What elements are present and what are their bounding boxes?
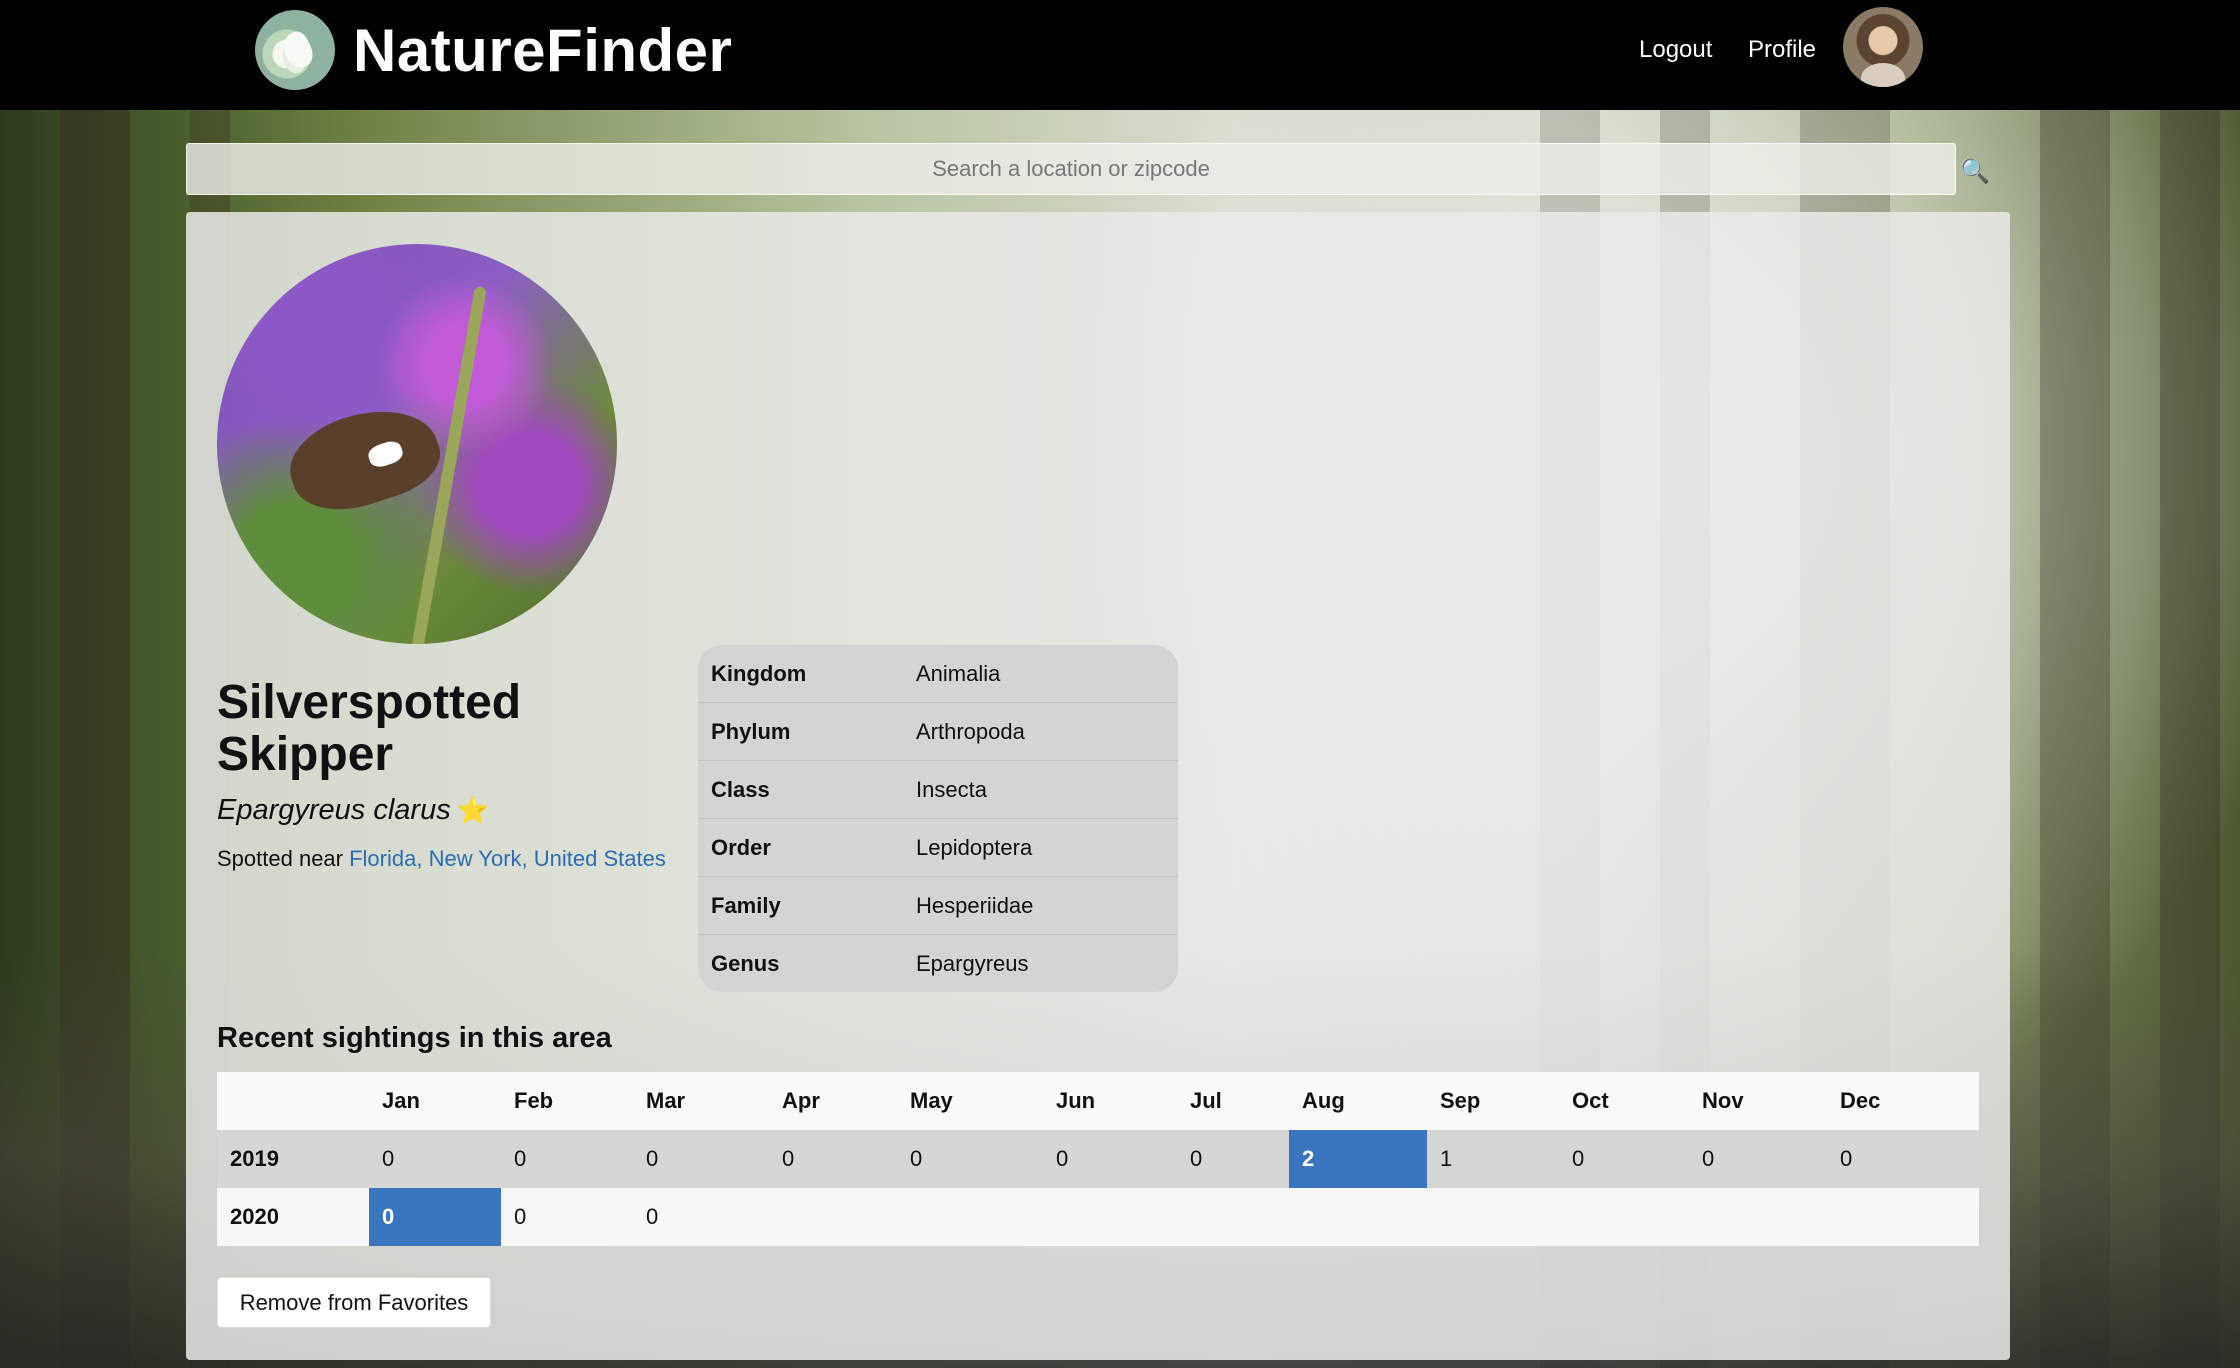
month-header: May (910, 1088, 953, 1113)
species-photo (217, 244, 617, 644)
sightings-table: Jan Feb Mar Apr May Jun Jul Aug Sep Oct … (217, 1072, 1979, 1246)
count-cell: 0 (514, 1204, 527, 1229)
avatar[interactable] (1843, 7, 1923, 87)
scientific-name-text: Epargyreus clarus (217, 794, 451, 826)
search-icon[interactable]: 🔍 (1960, 157, 1990, 185)
table-row: 2019 0 0 0 0 0 0 0 2 1 0 0 0 (217, 1130, 1979, 1188)
brand[interactable]: NatureFinder (255, 10, 732, 90)
location-link[interactable]: Florida, New York, United States (349, 846, 666, 871)
count-cell (1559, 1188, 1689, 1246)
spotted-prefix: Spotted near (217, 846, 343, 871)
month-header: Oct (1572, 1088, 1609, 1113)
search-bar (186, 143, 1956, 195)
taxonomy-row: Class Insecta (698, 761, 1178, 819)
count-cell (1689, 1188, 1827, 1246)
count-cell: 0 (646, 1146, 659, 1171)
count-cell: 0 (1190, 1146, 1203, 1171)
remove-from-favorites-button[interactable]: Remove from Favorites (217, 1277, 491, 1328)
month-header: Nov (1702, 1088, 1744, 1113)
count-cell: 1 (1440, 1146, 1453, 1171)
logout-link[interactable]: Logout (1639, 36, 1712, 64)
taxonomy-row: Genus Epargyreus (698, 935, 1178, 992)
month-header: Jun (1056, 1088, 1096, 1113)
search-input[interactable] (186, 143, 1956, 195)
month-header: Feb (514, 1088, 554, 1113)
count-cell (769, 1188, 897, 1246)
month-header: Apr (782, 1088, 820, 1113)
month-header: Mar (646, 1088, 686, 1113)
count-cell (897, 1188, 1043, 1246)
butterfly-logo-icon (255, 10, 335, 90)
taxonomy-row: Kingdom Animalia (698, 645, 1178, 703)
taxonomy-value: Insecta (916, 776, 987, 802)
year-cell: 2019 (230, 1146, 279, 1171)
taxonomy-key: Family (711, 892, 781, 918)
table-row: 2020 0 0 0 (217, 1188, 1979, 1246)
month-header: Sep (1440, 1088, 1481, 1113)
count-cell: 0 (1572, 1146, 1585, 1171)
spotted-near: Spotted near Florida, New York, United S… (217, 846, 666, 872)
count-cell: 0 (910, 1146, 923, 1171)
taxonomy-value: Epargyreus (916, 951, 1029, 976)
taxonomy-table: Kingdom Animalia Phylum Arthropoda Class… (698, 645, 1178, 992)
profile-link[interactable]: Profile (1748, 36, 1816, 64)
year-cell: 2020 (230, 1204, 279, 1229)
taxonomy-key: Kingdom (711, 660, 807, 686)
taxonomy-row: Family Hesperiidae (698, 877, 1178, 935)
month-header: Jan (382, 1088, 420, 1113)
sightings-title: Recent sightings in this area (217, 1022, 612, 1054)
count-cell (1177, 1188, 1289, 1246)
count-cell-highlighted: 2 (1289, 1130, 1427, 1188)
count-cell: 0 (382, 1146, 395, 1171)
brand-name: NatureFinder (353, 16, 733, 84)
count-cell: 0 (1840, 1146, 1853, 1171)
taxonomy-value: Arthropoda (916, 718, 1025, 744)
taxonomy-value: Lepidoptera (916, 834, 1033, 860)
month-header: Aug (1302, 1088, 1345, 1113)
month-header: Jul (1190, 1088, 1222, 1113)
species-card: Silverspotted Skipper Epargyreus clarus ⭐… (186, 212, 2010, 1360)
taxonomy-key: Genus (711, 951, 780, 976)
taxonomy-row: Order Lepidoptera (698, 819, 1178, 877)
sightings-header-row: Jan Feb Mar Apr May Jun Jul Aug Sep Oct … (217, 1072, 1979, 1130)
star-icon[interactable]: ⭐ (457, 796, 489, 826)
count-cell (1827, 1188, 1979, 1246)
navbar: NatureFinder Logout Profile (0, 0, 2240, 110)
taxonomy-value: Animalia (916, 660, 1001, 686)
taxonomy-key: Order (711, 834, 771, 860)
taxonomy-key: Class (711, 776, 770, 802)
count-cell: 0 (1056, 1146, 1069, 1171)
count-cell: 0 (1702, 1146, 1715, 1171)
taxonomy-value: Hesperiidae (916, 892, 1034, 918)
count-cell (1043, 1188, 1177, 1246)
species-common-name: Silverspotted Skipper (217, 676, 522, 781)
header-blank (217, 1072, 369, 1130)
taxonomy-key: Phylum (711, 718, 791, 744)
count-cell (1289, 1188, 1427, 1246)
count-cell: 0 (514, 1146, 527, 1171)
taxonomy-row: Phylum Arthropoda (698, 703, 1178, 761)
species-scientific-name: Epargyreus clarus ⭐ (217, 794, 489, 827)
count-cell (1427, 1188, 1559, 1246)
count-cell-highlighted: 0 (369, 1188, 501, 1246)
count-cell: 0 (782, 1146, 795, 1171)
count-cell: 0 (646, 1204, 659, 1229)
month-header: Dec (1840, 1088, 1881, 1113)
